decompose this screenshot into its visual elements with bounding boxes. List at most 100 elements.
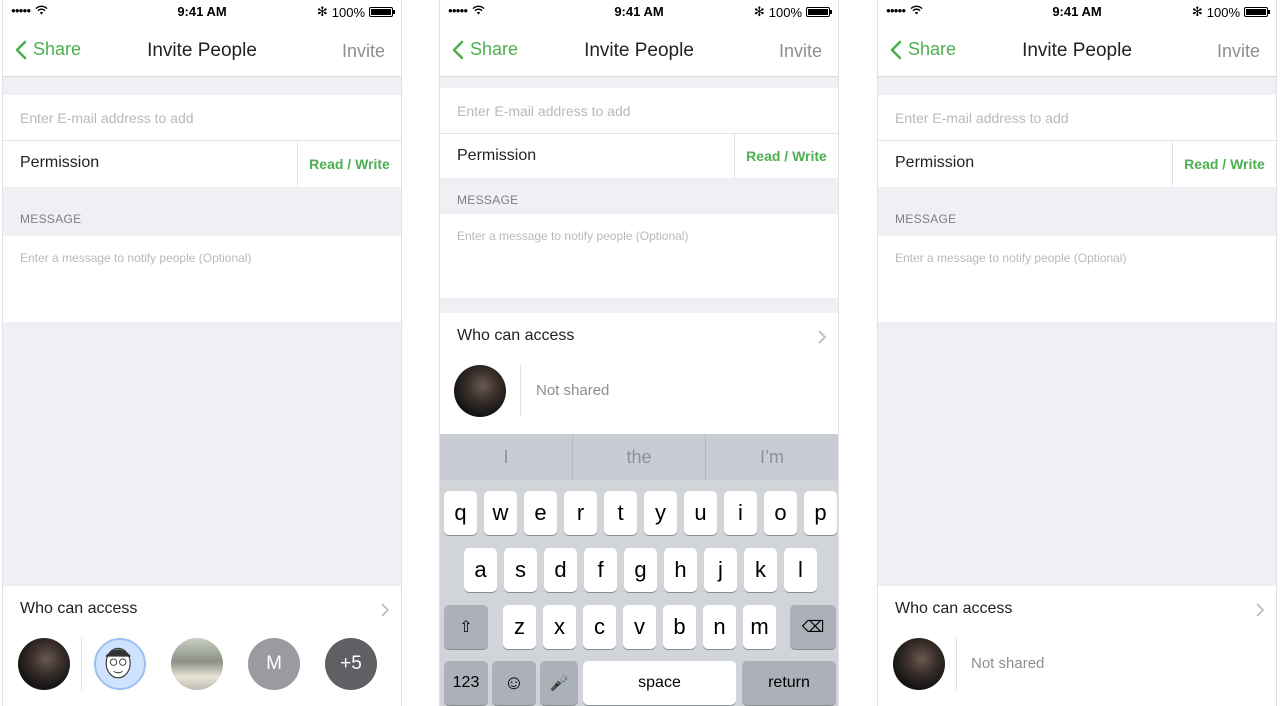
battery-icon — [806, 7, 832, 17]
email-field[interactable]: Enter E-mail address to add — [3, 95, 401, 141]
screenshot-stage: ●●●●● 9:41 AM ✻ 100% Share Invite People… — [0, 0, 1280, 706]
permission-row: Permission Read / Write — [878, 141, 1276, 187]
message-textarea[interactable]: Enter a message to notify people (Option… — [3, 236, 401, 322]
who-can-access-panel[interactable]: Who can access M +5 — [3, 586, 401, 706]
key-v[interactable]: v — [623, 605, 656, 649]
key-i[interactable]: i — [724, 491, 757, 535]
permission-row: Permission Read / Write — [440, 134, 838, 178]
phone-screen-1: ●●●●● 9:41 AM ✻ 100% Share Invite People… — [2, 0, 402, 706]
key-r[interactable]: r — [564, 491, 597, 535]
permission-label: Permission — [457, 147, 537, 164]
message-section-header: MESSAGE — [895, 212, 957, 226]
key-s[interactable]: s — [504, 548, 537, 592]
invite-button[interactable]: Invite — [1217, 41, 1260, 62]
more-users-badge[interactable]: +5 — [325, 638, 377, 690]
key-m[interactable]: m — [743, 605, 776, 649]
space-key[interactable]: space — [583, 661, 736, 705]
avatar-user-m[interactable]: M — [248, 638, 300, 690]
key-c[interactable]: c — [583, 605, 616, 649]
key-a[interactable]: a — [464, 548, 497, 592]
key-y[interactable]: y — [644, 491, 677, 535]
permission-selector[interactable]: Read / Write — [1172, 141, 1276, 187]
key-e[interactable]: e — [524, 491, 557, 535]
bluetooth-icon: ✻ — [1191, 4, 1203, 19]
key-p[interactable]: p — [804, 491, 837, 535]
email-placeholder: Enter E-mail address to add — [20, 110, 194, 126]
key-j[interactable]: j — [704, 548, 737, 592]
bluetooth-icon: ✻ — [753, 4, 765, 19]
who-can-access-panel[interactable]: Who can access Not shared — [440, 313, 838, 434]
phone-screen-3: ●●●●● 9:41 AM ✻ 100% Share Invite People… — [877, 0, 1277, 706]
permission-row: Permission Read / Write — [3, 141, 401, 187]
who-can-access-title: Who can access — [895, 600, 1013, 617]
status-bar: ●●●●● 9:41 AM ✻ 100% — [878, 0, 1276, 24]
suggestion-3[interactable]: I’m — [706, 434, 838, 480]
microphone-key[interactable]: 🎤 — [540, 661, 578, 705]
message-textarea[interactable]: Enter a message to notify people (Option… — [440, 214, 838, 298]
avatar-user-3[interactable] — [171, 638, 223, 690]
email-placeholder: Enter E-mail address to add — [457, 103, 631, 119]
delete-key[interactable]: ⌫ — [790, 605, 836, 649]
battery-percent: 100% — [1206, 4, 1240, 20]
email-placeholder: Enter E-mail address to add — [895, 110, 1069, 126]
key-x[interactable]: x — [543, 605, 576, 649]
key-u[interactable]: u — [684, 491, 717, 535]
navigation-bar: Share Invite People Invite — [3, 24, 401, 77]
navigation-bar: Share Invite People Invite — [440, 24, 838, 77]
avatar-divider — [81, 638, 82, 690]
key-n[interactable]: n — [703, 605, 736, 649]
email-field[interactable]: Enter E-mail address to add — [440, 88, 838, 134]
suggestion-1[interactable]: I — [440, 434, 573, 480]
key-z[interactable]: z — [503, 605, 536, 649]
avatar-user-1[interactable] — [893, 638, 945, 690]
message-textarea[interactable]: Enter a message to notify people (Option… — [878, 236, 1276, 322]
phone-screen-2: ●●●●● 9:41 AM ✻ 100% Share Invite People… — [439, 0, 839, 706]
message-placeholder: Enter a message to notify people (Option… — [457, 229, 689, 243]
key-w[interactable]: w — [484, 491, 517, 535]
avatar-user-1[interactable] — [18, 638, 70, 690]
who-can-access-panel[interactable]: Who can access Not shared — [878, 586, 1276, 706]
key-h[interactable]: h — [664, 548, 697, 592]
status-bar: ●●●●● 9:41 AM ✻ 100% — [440, 0, 838, 24]
permission-selector[interactable]: Read / Write — [297, 141, 401, 187]
chevron-right-icon — [1256, 603, 1264, 617]
return-key[interactable]: return — [742, 661, 836, 705]
emoji-key[interactable]: ☺ — [492, 661, 536, 705]
key-q[interactable]: q — [444, 491, 477, 535]
cartoon-face-icon — [105, 647, 131, 679]
key-g[interactable]: g — [624, 548, 657, 592]
shift-key[interactable]: ⇧ — [444, 605, 488, 649]
avatar-divider — [956, 638, 957, 690]
not-shared-label: Not shared — [536, 382, 610, 399]
message-placeholder: Enter a message to notify people (Option… — [20, 251, 252, 265]
battery-percent: 100% — [331, 4, 365, 20]
avatar-user-2[interactable] — [94, 638, 146, 690]
key-t[interactable]: t — [604, 491, 637, 535]
key-l[interactable]: l — [784, 548, 817, 592]
permission-label: Permission — [895, 154, 975, 171]
onscreen-keyboard: I the I’m ⇧ ⌫ 123 ☺ 🎤 space return qwert… — [440, 434, 838, 706]
battery-icon — [1244, 7, 1270, 17]
chevron-right-icon — [818, 330, 826, 344]
who-can-access-title: Who can access — [457, 327, 575, 344]
who-can-access-title: Who can access — [20, 600, 138, 617]
key-k[interactable]: k — [744, 548, 777, 592]
key-b[interactable]: b — [663, 605, 696, 649]
permission-selector[interactable]: Read / Write — [734, 134, 838, 178]
invite-button[interactable]: Invite — [342, 41, 385, 62]
not-shared-label: Not shared — [971, 655, 1045, 672]
invite-button[interactable]: Invite — [779, 41, 822, 62]
message-section-header: MESSAGE — [457, 193, 519, 207]
navigation-bar: Share Invite People Invite — [878, 24, 1276, 77]
suggestion-2[interactable]: the — [573, 434, 706, 480]
suggestion-bar: I the I’m — [440, 434, 838, 480]
message-section-header: MESSAGE — [20, 212, 82, 226]
email-field[interactable]: Enter E-mail address to add — [878, 95, 1276, 141]
permission-label: Permission — [20, 154, 100, 171]
key-o[interactable]: o — [764, 491, 797, 535]
avatar-user-1[interactable] — [454, 365, 506, 417]
key-f[interactable]: f — [584, 548, 617, 592]
battery-percent: 100% — [768, 4, 802, 20]
key-d[interactable]: d — [544, 548, 577, 592]
numbers-key[interactable]: 123 — [444, 661, 488, 705]
